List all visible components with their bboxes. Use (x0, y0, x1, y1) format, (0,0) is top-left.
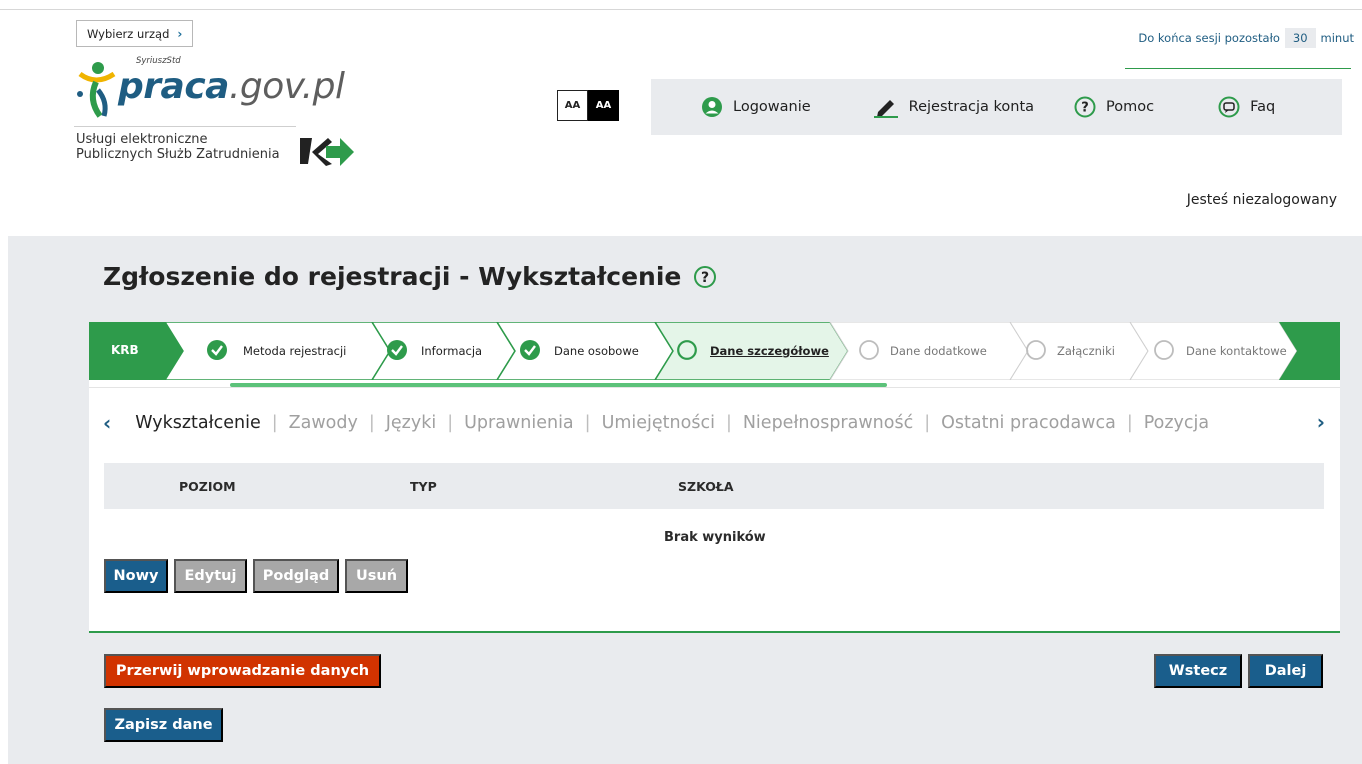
table-header: POZIOM TYP SZKOŁA (104, 463, 1324, 509)
services-caption: Usługi elektroniczne Publicznych Służb Z… (76, 132, 280, 162)
chevron-right-icon: › (177, 26, 183, 41)
tab-ostatni-pracodawca[interactable]: Ostatni pracodawca (941, 413, 1116, 433)
tab-separator: | (584, 413, 591, 433)
tab-separator: | (1126, 413, 1133, 433)
nav-register-label: Rejestracja konta (908, 99, 1035, 115)
contrast-high-button[interactable]: AA (588, 90, 619, 121)
step-dane-dodatkowe-label: Dane dodatkowe (890, 344, 987, 358)
select-office-button[interactable]: Wybierz urząd › (76, 20, 194, 47)
praca-gov-logo[interactable]: SyriuszStd praca.gov.pl (74, 56, 374, 126)
circle-outline-icon (1154, 340, 1174, 360)
svg-text:?: ? (1081, 101, 1089, 116)
nav-login-label: Logowanie (733, 99, 811, 115)
column-header-poziom[interactable]: POZIOM (179, 479, 236, 494)
login-status: Jesteś niezalogowany (1186, 192, 1337, 208)
tab-separator: | (368, 413, 375, 433)
step-zalaczniki-label: Załączniki (1057, 344, 1115, 358)
chevron-right-icon[interactable]: › (1312, 410, 1325, 434)
logo-superscript: SyriuszStd (136, 56, 181, 66)
page-title-text: Zgłoszenie do rejestracji - Wykształceni… (103, 262, 682, 291)
next-button[interactable]: Dalej (1248, 654, 1323, 688)
tab-wyksztalcenie[interactable]: Wykształcenie (135, 413, 260, 433)
tab-separator: | (271, 413, 278, 433)
circle-outline-icon (677, 340, 697, 360)
help-circle-icon[interactable]: ? (693, 265, 717, 289)
session-prefix: Do końca sesji pozostało (1138, 31, 1280, 45)
save-button[interactable]: Zapisz dane (104, 708, 223, 742)
empty-table-message: Brak wyników (664, 530, 766, 545)
chat-bubble-icon (1218, 96, 1240, 118)
session-underline (1125, 68, 1351, 69)
abort-button[interactable]: Przerwij wprowadzanie danych (104, 654, 381, 688)
logo-main-text: praca (118, 66, 229, 107)
step-krb-label: KRB (111, 343, 139, 357)
chevron-left-icon[interactable]: ‹ (103, 411, 111, 435)
circle-outline-icon (1026, 340, 1046, 360)
top-divider (0, 9, 1362, 10)
step-metoda-label: Metoda rejestracji (243, 344, 347, 358)
tab-uprawnienia[interactable]: Uprawnienia (464, 413, 574, 433)
preview-button[interactable]: Podgląd (253, 559, 339, 593)
tab-separator: | (924, 413, 931, 433)
tabs-list: Wykształcenie | Zawody | Języki | Uprawn… (135, 413, 1305, 433)
logo-figure-icon (77, 62, 116, 118)
contrast-normal-button[interactable]: AA (557, 90, 588, 121)
services-line-1: Usługi elektroniczne (76, 132, 208, 147)
nav-register[interactable]: Rejestracja konta (865, 79, 1042, 135)
svg-text:?: ? (701, 270, 709, 286)
services-line-2: Publicznych Służb Zatrudnienia (76, 147, 280, 162)
logo-text: praca.gov.pl (118, 66, 345, 107)
tab-umiejetnosci[interactable]: Umiejętności (602, 413, 715, 433)
user-circle-icon (702, 97, 722, 117)
delete-button[interactable]: Usuń (345, 559, 408, 593)
nav-login[interactable]: Logowanie (693, 79, 819, 135)
edit-button[interactable]: Edytuj (174, 559, 247, 593)
session-suffix: minut (1320, 31, 1354, 45)
check-circle-icon (387, 340, 407, 360)
step-dane-szczegolowe-label: Dane szczegółowe (710, 344, 829, 358)
logo-domain-text: .gov.pl (228, 66, 345, 107)
tab-niepelnosprawnosc[interactable]: Niepełnosprawność (743, 413, 913, 433)
step-dane-kontaktowe-label: Dane kontaktowe (1186, 344, 1287, 358)
psz-logo-icon (300, 138, 354, 166)
nav-faq[interactable]: Faq (1210, 79, 1283, 135)
nav-help[interactable]: ? Pomoc (1066, 79, 1162, 135)
back-button[interactable]: Wstecz (1154, 654, 1242, 688)
session-timer: Do końca sesji pozostało 30 minut (1138, 28, 1354, 48)
check-circle-icon (520, 340, 540, 360)
stepper-divider (89, 387, 1340, 388)
logo-divider (74, 126, 296, 127)
step-informacja-label: Informacja (421, 344, 483, 358)
step-dane-osobowe-label: Dane osobowe (554, 344, 639, 358)
page-title: Zgłoszenie do rejestracji - Wykształceni… (103, 262, 717, 291)
tab-pozycja[interactable]: Pozycja (1144, 413, 1209, 433)
check-circle-icon (207, 340, 227, 360)
column-header-szkola[interactable]: SZKOŁA (678, 479, 734, 494)
session-minutes: 30 (1284, 28, 1316, 48)
pencil-icon (873, 100, 898, 118)
nav-help-label: Pomoc (1106, 99, 1155, 115)
section-tabs: ‹ Wykształcenie | Zawody | Języki | Upra… (103, 408, 1325, 438)
new-button[interactable]: Nowy (104, 559, 168, 593)
help-circle-icon: ? (1074, 96, 1096, 118)
column-header-typ[interactable]: TYP (410, 479, 437, 494)
card-bottom-divider (89, 631, 1340, 633)
top-nav: Logowanie Rejestracja konta ? Pomoc Faq (651, 79, 1342, 135)
tab-separator: | (725, 413, 732, 433)
tab-separator: | (447, 413, 454, 433)
nav-faq-label: Faq (1250, 99, 1276, 115)
tab-jezyki[interactable]: Języki (386, 413, 436, 433)
contrast-switch: AA AA (557, 90, 619, 121)
circle-outline-icon (859, 340, 879, 360)
tab-zawody[interactable]: Zawody (289, 413, 358, 433)
select-office-label: Wybierz urząd (87, 26, 170, 41)
